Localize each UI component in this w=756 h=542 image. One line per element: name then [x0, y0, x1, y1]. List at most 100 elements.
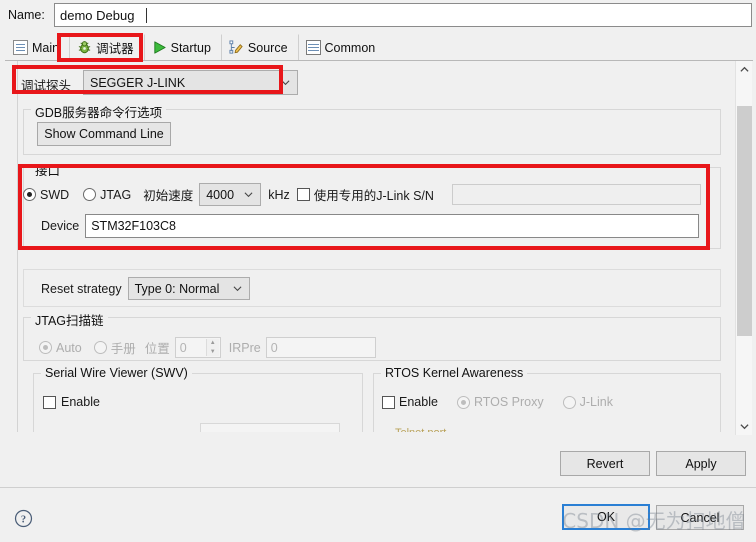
rtos-enable-checkbox-box	[382, 395, 395, 409]
chevron-down-icon	[233, 285, 242, 291]
tab-main-label: Main	[32, 40, 60, 55]
debugger-settings-panel: 调试探头 SEGGER J-LINK GDB服务器命令行选项 Show Comm…	[5, 61, 753, 435]
device-value: STM32F103C8	[91, 219, 176, 233]
debug-probe-row: 调试探头 SEGGER J-LINK	[21, 70, 721, 96]
jlink-serial-number-input	[452, 184, 701, 205]
rtos-proxy-radio: RTOS Proxy	[456, 395, 544, 409]
swd-radio[interactable]: SWD	[23, 188, 69, 202]
speed-unit-label: kHz	[268, 187, 290, 202]
reset-strategy-value: Type 0: Normal	[134, 281, 220, 296]
rtos-proxy-label: RTOS Proxy	[473, 395, 544, 409]
tab-common-label: Common	[324, 40, 376, 55]
interface-group-title: 接口	[31, 160, 65, 179]
ok-button[interactable]: OK	[562, 504, 650, 530]
name-row: Name: demo Debug	[0, 0, 756, 31]
chevron-down-icon	[244, 191, 253, 197]
tab-source[interactable]: Source	[220, 34, 298, 60]
rtos-jlink-label: J-Link	[579, 395, 613, 409]
reset-strategy-label: Reset strategy	[41, 281, 122, 296]
use-specific-sn-label: 使用专用的J-Link S/N	[313, 189, 434, 203]
initial-speed-label: 初始速度	[143, 189, 194, 203]
rtos-jlink-radio-indicator	[562, 395, 576, 409]
text-caret	[146, 7, 148, 23]
jtag-auto-label: Auto	[56, 340, 82, 355]
gdb-server-group-title: GDB服务器命令行选项	[31, 102, 167, 121]
irpre-value: 0	[270, 340, 278, 355]
footer-separator	[0, 487, 756, 488]
use-specific-sn-checkbox-box	[296, 188, 310, 201]
cancel-button-label: Cancel	[680, 510, 720, 525]
reset-strategy-row: Reset strategy Type 0: Normal	[41, 277, 250, 300]
jtag-manual-label: 手册	[110, 342, 136, 356]
device-label: Device	[41, 219, 80, 233]
bug-icon	[77, 40, 92, 55]
interface-options-row: SWD JTAG 初始速度 4000 kHz 使用专用的J-Link S/N	[23, 183, 434, 206]
cancel-button[interactable]: Cancel	[656, 505, 744, 530]
scrollbar-thumb[interactable]	[737, 106, 752, 336]
debug-configuration-dialog: Name: demo Debug Main 调试器 Startup Source…	[0, 0, 756, 542]
swv-enable-checkbox-box	[43, 395, 56, 409]
stepper-up-icon: ▲	[209, 340, 216, 347]
device-input[interactable]: STM32F103C8	[85, 214, 700, 238]
rtos-enable-checkbox[interactable]: Enable	[382, 395, 438, 409]
rtos-jlink-radio: J-Link	[562, 395, 613, 409]
tab-bar: Main 调试器 Startup Source Common	[5, 34, 753, 61]
jtag-scan-chain-title: JTAG扫描链	[31, 310, 108, 329]
irpre-input: 0	[265, 337, 376, 358]
panel-left-rule	[17, 61, 18, 435]
initial-speed-value: 4000	[206, 187, 235, 202]
configuration-name-value: demo Debug	[60, 7, 135, 23]
stepper-down-icon: ▼	[209, 348, 216, 355]
show-command-line-label: Show Command Line	[44, 127, 164, 141]
debug-probe-label: 调试探头	[21, 79, 72, 93]
ok-button-label: OK	[596, 510, 616, 524]
source-tree-icon	[229, 40, 244, 55]
jtag-radio[interactable]: JTAG	[83, 188, 131, 202]
show-command-line-button[interactable]: Show Command Line	[37, 122, 171, 146]
jtag-radio-label: JTAG	[100, 187, 132, 202]
apply-button-label: Apply	[685, 456, 717, 471]
jtag-auto-radio-indicator	[39, 341, 52, 354]
rtos-proxy-radio-indicator	[456, 395, 470, 409]
initial-speed-select[interactable]: 4000	[199, 183, 262, 206]
swd-radio-label: SWD	[40, 187, 70, 202]
jtag-auto-radio: Auto	[39, 341, 82, 355]
play-icon	[152, 40, 167, 55]
table-icon	[305, 40, 321, 55]
chevron-down-icon	[281, 79, 290, 85]
swv-group-title: Serial Wire Viewer (SWV)	[41, 366, 192, 380]
jtag-scan-chain-row: Auto 手册 位置 0 ▲ ▼ IRPre 0	[39, 337, 376, 358]
debugger-settings-content: 调试探头 SEGGER J-LINK GDB服务器命令行选项 Show Comm…	[5, 61, 736, 435]
rtos-group-title: RTOS Kernel Awareness	[381, 366, 528, 380]
panel-vertical-scrollbar[interactable]	[735, 61, 752, 435]
rtos-enable-label: Enable	[399, 395, 438, 409]
swv-enable-label: Enable	[61, 395, 100, 409]
tab-debugger[interactable]: 调试器	[69, 34, 144, 60]
revert-button-label: Revert	[586, 456, 624, 471]
jtag-position-value: 0	[179, 340, 187, 355]
swd-radio-indicator	[23, 188, 36, 201]
rtos-options-row: Enable RTOS Proxy J-Link	[382, 395, 613, 409]
tab-source-label: Source	[247, 40, 288, 55]
tab-common[interactable]: Common	[297, 34, 386, 60]
tab-debugger-label: 调试器	[96, 42, 134, 56]
use-specific-sn-checkbox[interactable]: 使用专用的J-Link S/N	[296, 185, 434, 204]
scroll-up-arrow-icon[interactable]	[736, 61, 753, 78]
svg-text:?: ?	[21, 515, 26, 526]
help-icon[interactable]: ?	[14, 509, 33, 528]
debug-probe-value: SEGGER J-LINK	[90, 75, 186, 90]
irpre-label: IRPre	[228, 340, 261, 355]
apply-button[interactable]: Apply	[656, 451, 746, 476]
name-label: Name:	[8, 8, 45, 22]
tab-startup[interactable]: Startup	[143, 34, 221, 60]
revert-button[interactable]: Revert	[560, 451, 650, 476]
configuration-name-input[interactable]: demo Debug	[54, 3, 752, 27]
jtag-manual-radio-indicator	[93, 341, 107, 354]
panel-clip-cover	[5, 432, 736, 435]
scroll-down-arrow-icon[interactable]	[736, 418, 753, 435]
reset-strategy-select[interactable]: Type 0: Normal	[127, 277, 250, 300]
swv-enable-checkbox[interactable]: Enable	[43, 395, 100, 409]
tab-main[interactable]: Main	[5, 34, 69, 60]
debug-probe-select[interactable]: SEGGER J-LINK	[83, 70, 298, 95]
document-icon	[13, 40, 28, 55]
